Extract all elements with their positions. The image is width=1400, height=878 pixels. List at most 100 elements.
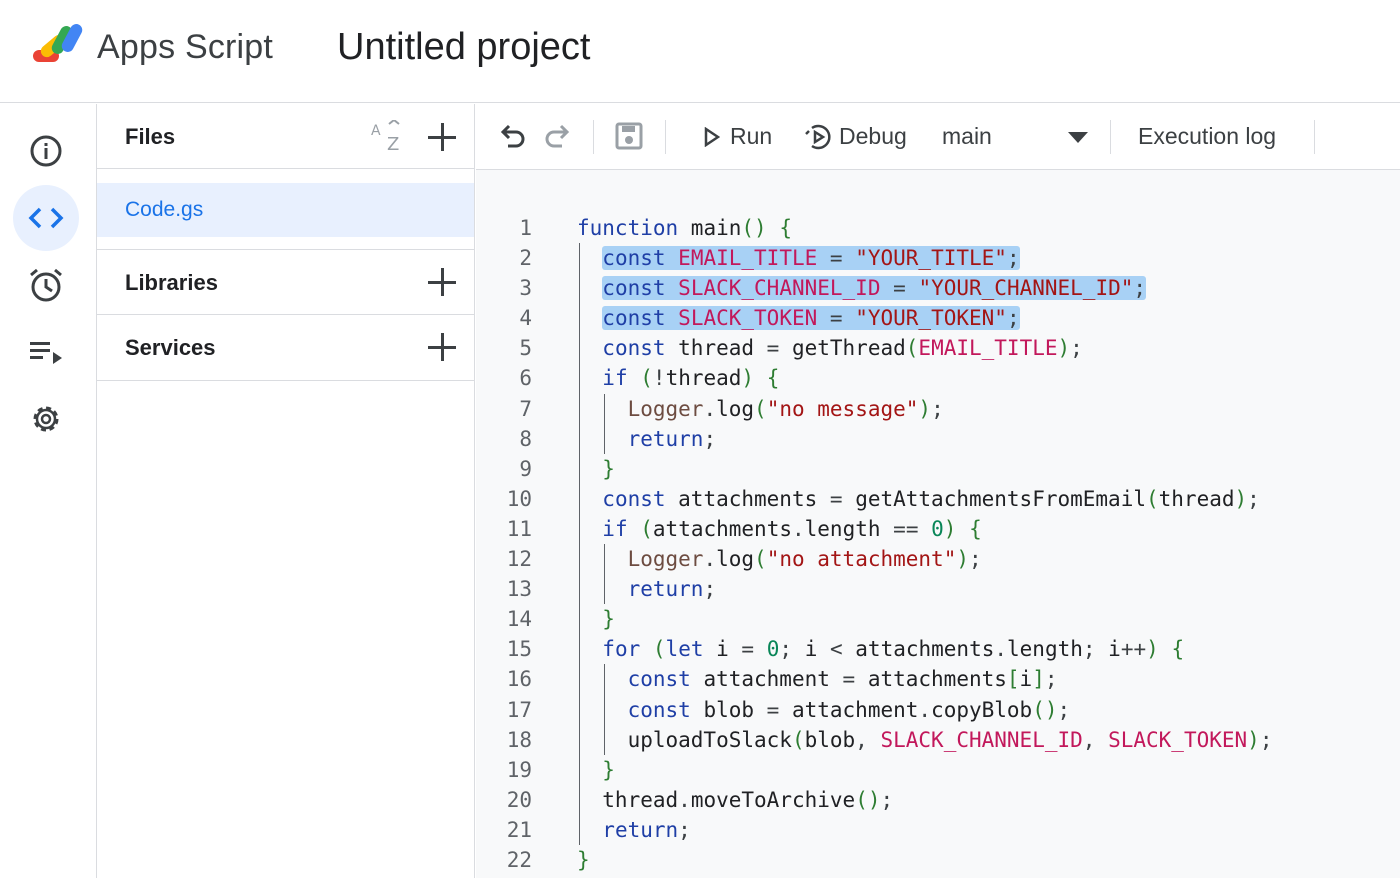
code-text: Logger.log("no message");: [627, 396, 944, 421]
code-text: const thread = getThread(EMAIL_TITLE);: [602, 336, 1083, 361]
code-line[interactable]: 16 const attachment = attachments[i];: [476, 664, 1400, 695]
services-row: Services: [97, 315, 474, 381]
apps-script-logo[interactable]: [31, 24, 87, 70]
code-text: for (let i = 0; i < attachments.length; …: [602, 637, 1185, 662]
run-button[interactable]: Run: [700, 104, 780, 170]
undo-icon[interactable]: [498, 122, 526, 150]
function-select-value: main: [942, 123, 992, 149]
files-title: Files: [125, 124, 176, 149]
libraries-row: Libraries: [97, 249, 474, 315]
code-line[interactable]: 6 if (!thread) {: [476, 363, 1400, 394]
code-line[interactable]: 22}: [476, 845, 1400, 875]
line-number: 13: [506, 577, 532, 602]
dropdown-arrow-icon: [1068, 132, 1088, 143]
code-line[interactable]: 10 const attachments = getAttachmentsFro…: [476, 483, 1400, 514]
files-panel: Files A Z Code.gs Libraries Services: [97, 104, 475, 878]
line-number: 17: [506, 697, 532, 722]
services-label: Services: [125, 335, 216, 360]
code-line[interactable]: 15 for (let i = 0; i < attachments.lengt…: [476, 634, 1400, 665]
overview-button[interactable]: [13, 118, 79, 184]
add-service-icon[interactable]: [428, 333, 456, 361]
code-text: const EMAIL_TITLE = "YOUR_TITLE";: [602, 246, 1020, 271]
line-number: 21: [506, 817, 532, 842]
code-area[interactable]: 1 function main() {2 const EMAIL_TITLE = …: [476, 213, 1400, 875]
code-line[interactable]: 4 const SLACK_TOKEN = "YOUR_TOKEN";: [476, 303, 1400, 334]
code-icon: [28, 207, 64, 229]
debug-label: Debug: [839, 123, 907, 149]
triggers-button[interactable]: [13, 252, 79, 318]
code-text: }: [602, 757, 615, 782]
play-icon: [704, 127, 720, 147]
code-line[interactable]: 9 }: [476, 453, 1400, 484]
line-number: 11: [506, 516, 532, 541]
code-line[interactable]: 11 if (attachments.length == 0) {: [476, 513, 1400, 545]
debug-icon: [805, 124, 831, 150]
code-text: return;: [627, 577, 717, 602]
sort-az-icon[interactable]: A Z: [371, 120, 407, 152]
line-number: 18: [506, 727, 532, 752]
line-number: 22: [506, 847, 532, 872]
code-editor[interactable]: 1 function main() {2 const EMAIL_TITLE = …: [476, 170, 1400, 878]
svg-text:A: A: [371, 123, 381, 139]
add-library-icon[interactable]: [428, 268, 456, 296]
libraries-label: Libraries: [125, 270, 218, 295]
save-icon[interactable]: [614, 121, 644, 151]
code-line[interactable]: 19 }: [476, 754, 1400, 785]
code-line[interactable]: 12 Logger.log("no attachment");: [476, 544, 1400, 575]
settings-button[interactable]: [13, 386, 79, 452]
code-text: function main() {: [577, 216, 792, 240]
code-line[interactable]: 17 const blob = attachment.copyBlob();: [476, 694, 1400, 725]
code-line[interactable]: 3 const SLACK_CHANNEL_ID = "YOUR_CHANNEL…: [476, 273, 1400, 304]
code-text: const blob = attachment.copyBlob();: [627, 697, 1071, 722]
debug-button[interactable]: Debug: [802, 104, 916, 170]
code-line[interactable]: 20 thread.moveToArchive();: [476, 784, 1400, 815]
settings-icon: [33, 406, 59, 432]
editor-toolbar: Run Debug main Execution log: [476, 104, 1400, 170]
code-line[interactable]: 1 function main() {: [476, 213, 1400, 243]
project-title[interactable]: Untitled project: [337, 26, 590, 69]
code-text: return;: [602, 817, 691, 842]
line-number: 6: [519, 366, 532, 391]
app-header: Apps Script Untitled project: [0, 0, 1400, 103]
executions-icon: [30, 342, 62, 364]
line-number: 14: [506, 607, 532, 632]
editor-button[interactable]: [13, 185, 79, 251]
line-number: 10: [506, 486, 532, 511]
code-text: }: [602, 607, 615, 632]
info-icon: [30, 135, 62, 167]
code-line[interactable]: 13 return;: [476, 574, 1400, 605]
redo-icon[interactable]: [544, 122, 572, 150]
code-line[interactable]: 2 const EMAIL_TITLE = "YOUR_TITLE";: [476, 243, 1400, 274]
line-number: 12: [506, 547, 532, 572]
line-number: 9: [519, 456, 532, 481]
code-text: if (!thread) {: [602, 366, 780, 391]
code-line[interactable]: 7 Logger.log("no message");: [476, 393, 1400, 424]
code-text: if (attachments.length == 0) {: [602, 516, 982, 541]
toolbar-divider: [1110, 120, 1111, 154]
code-text: const SLACK_TOKEN = "YOUR_TOKEN";: [602, 306, 1020, 331]
code-text: }: [602, 456, 615, 481]
line-number: 19: [506, 757, 532, 782]
code-text: }: [577, 847, 590, 872]
left-navigation-rail: [0, 104, 97, 878]
code-text: const SLACK_CHANNEL_ID = "YOUR_CHANNEL_I…: [602, 276, 1147, 301]
code-text: return;: [627, 426, 717, 451]
function-select[interactable]: main: [936, 104, 1096, 170]
code-line[interactable]: 5 const thread = getThread(EMAIL_TITLE);: [476, 333, 1400, 364]
line-number: 8: [519, 426, 532, 451]
file-item-code-gs[interactable]: Code.gs: [97, 183, 474, 237]
execution-log-button[interactable]: Execution log: [1138, 123, 1276, 150]
code-line[interactable]: 14 }: [476, 604, 1400, 635]
app-name: Apps Script: [97, 28, 274, 66]
toolbar-divider: [1314, 120, 1315, 154]
line-number: 15: [506, 637, 532, 662]
code-line[interactable]: 18 uploadToSlack(blob, SLACK_CHANNEL_ID,…: [476, 724, 1400, 755]
executions-button[interactable]: [13, 319, 79, 385]
code-line[interactable]: 21 return;: [476, 814, 1400, 845]
add-file-icon[interactable]: [428, 123, 456, 151]
code-text: Logger.log("no attachment");: [627, 547, 982, 572]
code-line[interactable]: 8 return;: [476, 423, 1400, 454]
code-text: thread.moveToArchive();: [577, 787, 894, 812]
line-number: 20: [506, 787, 532, 812]
run-label: Run: [730, 123, 773, 149]
